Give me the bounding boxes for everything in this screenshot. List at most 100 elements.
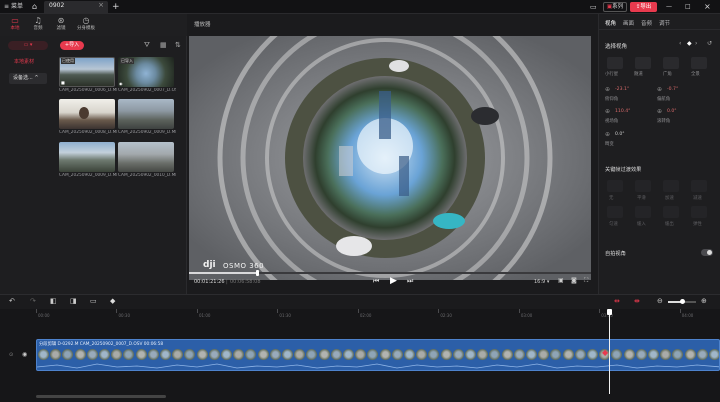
- keyframe-option[interactable]: [607, 180, 623, 192]
- tab-audio-props[interactable]: 音频: [641, 19, 652, 27]
- play-icon[interactable]: ▶: [390, 276, 397, 286]
- keyframe-icon[interactable]: ◆: [110, 297, 115, 305]
- lock-icon[interactable]: ⊙: [9, 352, 13, 358]
- clip-thumbnail[interactable]: [118, 142, 174, 172]
- zoom-out-icon[interactable]: ⊖: [657, 297, 663, 305]
- visibility-icon[interactable]: ◉: [22, 351, 27, 358]
- close-tab-icon[interactable]: ×: [98, 1, 104, 9]
- link-icon[interactable]: ⇹: [614, 297, 620, 305]
- local-media-label[interactable]: 本地素材: [14, 58, 34, 65]
- keyframe-option[interactable]: [691, 206, 707, 218]
- keyframe-option[interactable]: [635, 180, 651, 192]
- tab-template[interactable]: ◷ 分身模板: [73, 16, 99, 36]
- playback-progress[interactable]: [189, 270, 591, 276]
- filmstrip-frame: [513, 349, 525, 360]
- auto-view-toggle[interactable]: [701, 249, 713, 256]
- playhead-handle[interactable]: [606, 309, 612, 315]
- clip-title: 分段剪辑 D-0292.M CAM_20250902_0007_D.OSV 00…: [39, 342, 164, 347]
- menu-button[interactable]: ≡ 菜单: [4, 2, 23, 12]
- aspect-select[interactable]: 16:9 ▾: [534, 279, 549, 285]
- tab-filter[interactable]: ⊛ 滤镜: [50, 16, 72, 36]
- filter-funnel-icon[interactable]: ⛛: [144, 41, 150, 50]
- device-select[interactable]: 设备选... ^: [9, 73, 47, 84]
- zoom-slider[interactable]: [668, 299, 696, 304]
- keyframe-option[interactable]: [663, 180, 679, 192]
- zoom-in-icon[interactable]: ⊕: [701, 297, 707, 305]
- keyframe-marker-icon[interactable]: ◆: [602, 348, 608, 357]
- next-frame-icon[interactable]: ⏭: [407, 277, 413, 286]
- filmstrip-frame: [269, 349, 281, 360]
- filmstrip-frame: [172, 349, 184, 360]
- timeline[interactable]: 00:00 00:30 01:00 01:30 02:00 02:30 03:00 03:30…: [0, 309, 720, 402]
- fullscreen-icon[interactable]: ⛶: [584, 277, 588, 285]
- sort-icon[interactable]: ⇅: [175, 41, 181, 49]
- clip-thumbnail[interactable]: [118, 99, 174, 129]
- close-window-icon[interactable]: ×: [704, 2, 711, 12]
- clip-badge: 已使用: [61, 58, 75, 64]
- zoom-slider-knob[interactable]: [680, 299, 685, 304]
- view-mode-pano[interactable]: [691, 57, 707, 69]
- grid-view-icon[interactable]: ▦: [160, 41, 167, 49]
- import-button[interactable]: +导入: [60, 41, 84, 50]
- section-title-view: 选择视角: [605, 44, 628, 50]
- prev-frame-icon[interactable]: ⏮: [373, 277, 379, 286]
- clip-thumbnail[interactable]: [59, 99, 115, 129]
- new-tab-icon[interactable]: +: [112, 2, 120, 12]
- keyframe-option[interactable]: [691, 180, 707, 192]
- export-button[interactable]: ⇪导出: [630, 2, 657, 12]
- tab-audio[interactable]: ♫ 音频: [27, 16, 49, 36]
- tab-adjust[interactable]: 调节: [659, 19, 670, 27]
- video-icon: ■: [61, 80, 65, 85]
- roll-value[interactable]: 0.0°: [667, 109, 677, 114]
- redo-icon[interactable]: ↷: [30, 297, 36, 305]
- progress-handle[interactable]: [256, 270, 260, 276]
- maximize-icon[interactable]: □: [685, 2, 691, 12]
- trim-right-icon[interactable]: ▭: [90, 297, 97, 305]
- filmstrip-frame: [672, 349, 684, 360]
- yaw-value[interactable]: -0.7°: [667, 87, 678, 92]
- series-button[interactable]: ▣系列: [603, 2, 627, 12]
- view-mode-tunnel[interactable]: [635, 57, 651, 69]
- pitch-icon: ⊕: [605, 86, 611, 93]
- keyframe-option-label: 加速: [665, 196, 674, 201]
- view-mode-label: 隧道: [634, 72, 643, 77]
- project-tab[interactable]: 0902 ×: [44, 1, 108, 13]
- fov-value[interactable]: 110.4°: [615, 109, 630, 114]
- home-icon[interactable]: ⌂: [32, 2, 37, 12]
- filmstrip-frame: [428, 349, 440, 360]
- split-icon[interactable]: ◧: [50, 297, 57, 305]
- video-preview[interactable]: dji OSMO 360: [189, 36, 591, 280]
- horizontal-scrollbar[interactable]: [36, 395, 166, 398]
- hdr-icon[interactable]: ▣: [558, 277, 564, 284]
- tab-view[interactable]: 视角: [605, 19, 616, 27]
- pitch-value[interactable]: -23.1°: [615, 87, 629, 92]
- keyframe-option[interactable]: [607, 206, 623, 218]
- view-mode-planet[interactable]: [607, 57, 623, 69]
- minimize-icon[interactable]: —: [666, 2, 672, 12]
- clip-thumbnail[interactable]: [59, 142, 115, 172]
- ruler-tick-label: 00:00: [38, 313, 50, 318]
- snapshot-icon[interactable]: ◙: [571, 277, 577, 284]
- tab-picture[interactable]: 画面: [623, 19, 634, 27]
- feedback-icon[interactable]: ▭: [590, 2, 597, 12]
- tab-local[interactable]: ▭ 本地: [4, 16, 26, 36]
- reset-icon[interactable]: ↺: [707, 40, 712, 47]
- playhead[interactable]: [606, 309, 612, 394]
- filmstrip-frame: [635, 349, 647, 360]
- chevron-left-icon[interactable]: ‹: [679, 40, 681, 47]
- magnet-icon[interactable]: ⇼: [634, 297, 640, 305]
- chevron-right-icon[interactable]: ›: [695, 40, 697, 47]
- player-panel: 播放器 dji OSMO 360 00:01:21:26 | 00:06:58:…: [188, 14, 597, 294]
- time-ruler[interactable]: 00:00 00:30 01:00 01:30 02:00 02:30 03:00 03:30…: [36, 309, 720, 323]
- undo-icon[interactable]: ↶: [9, 297, 15, 305]
- trim-left-icon[interactable]: ◨: [70, 297, 77, 305]
- view-mode-wide[interactable]: [663, 57, 679, 69]
- keyframe-option[interactable]: [663, 206, 679, 218]
- video-clip[interactable]: 分段剪辑 D-0292.M CAM_20250902_0007_D.OSV 00…: [36, 339, 720, 371]
- clip-name: CAM_20250902_0010_D.MP4: [118, 173, 176, 178]
- person-figure: [79, 107, 89, 119]
- device-filter-toggle[interactable]: ▭ ▾: [8, 41, 48, 50]
- distortion-value[interactable]: 0.0°: [615, 132, 625, 137]
- diamond-icon[interactable]: ◆: [687, 40, 692, 47]
- keyframe-option[interactable]: [635, 206, 651, 218]
